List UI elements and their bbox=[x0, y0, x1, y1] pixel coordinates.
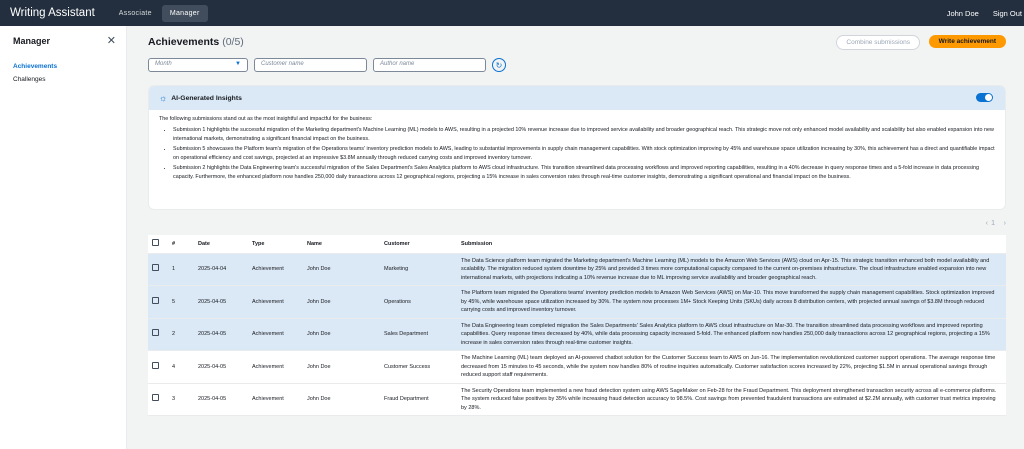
user-name[interactable]: John Doe bbox=[947, 9, 979, 18]
month-placeholder: Month bbox=[155, 61, 172, 67]
insight-bullet: Submission 5 showcases the Platform team… bbox=[173, 145, 995, 163]
insights-intro: The following submissions stand out as t… bbox=[159, 116, 373, 122]
row-name: John Doe bbox=[303, 318, 380, 351]
close-icon[interactable]: ✕ bbox=[107, 34, 116, 47]
column-header: Date bbox=[194, 235, 248, 254]
combine-submissions-button[interactable]: Combine submissions bbox=[836, 35, 920, 50]
row-type: Achievement bbox=[248, 285, 303, 319]
column-header: Name bbox=[303, 235, 380, 254]
caret-down-icon: ▼ bbox=[235, 61, 241, 67]
column-header: Submission bbox=[457, 235, 1006, 254]
sidebar: Manager ✕ Achievements Challenges bbox=[0, 26, 127, 449]
row-submission: The Data Engineering team completed migr… bbox=[457, 318, 1006, 351]
row-submission: The Machine Learning (ML) team deployed … bbox=[457, 350, 1006, 384]
row-submission: The Data Science platform team migrated … bbox=[457, 253, 1006, 286]
insights-title: AI-Generated Insights bbox=[171, 94, 242, 102]
lightbulb-icon: ☼ bbox=[159, 93, 168, 103]
write-achievement-button[interactable]: Write achievement bbox=[928, 35, 1006, 48]
row-checkbox[interactable] bbox=[152, 296, 159, 304]
row-name: John Doe bbox=[303, 285, 380, 319]
insight-bullet: Submission 2 highlights the Data Enginee… bbox=[173, 164, 995, 182]
row-checkbox[interactable] bbox=[152, 394, 159, 401]
app-title[interactable]: Writing Assistant bbox=[10, 7, 95, 19]
ai-insights-panel: ☼ AI-Generated Insights The following su… bbox=[148, 85, 1006, 210]
row-name: John Doe bbox=[303, 383, 380, 416]
row-customer: Operations bbox=[380, 285, 457, 319]
table-row[interactable]: 2 2025-04-05 Achievement John Doe Sales … bbox=[148, 318, 1006, 351]
row-number: 5 bbox=[168, 285, 194, 319]
row-customer: Marketing bbox=[380, 253, 457, 286]
row-type: Achievement bbox=[248, 318, 303, 351]
insight-bullet: Submission 1 highlights the successful m… bbox=[173, 126, 995, 144]
row-customer: Customer Success bbox=[380, 350, 457, 384]
nav-manager[interactable]: Manager bbox=[161, 4, 208, 22]
row-checkbox[interactable] bbox=[152, 361, 159, 369]
row-submission: The Platform team migrated the Operation… bbox=[457, 285, 1006, 319]
table-row[interactable]: 5 2025-04-05 Achievement John Doe Operat… bbox=[148, 285, 1006, 319]
next-page-icon[interactable]: › bbox=[1004, 220, 1006, 227]
refresh-icon[interactable]: ↻ bbox=[492, 58, 506, 72]
row-customer: Sales Department bbox=[380, 318, 457, 351]
pagination: ‹ 1 › bbox=[148, 213, 1006, 235]
column-header: Customer bbox=[380, 235, 457, 254]
row-date: 2025-04-05 bbox=[194, 318, 248, 351]
row-customer: Fraud Department bbox=[380, 383, 457, 416]
row-number: 4 bbox=[168, 350, 194, 384]
row-date: 2025-04-05 bbox=[194, 285, 248, 319]
page-title: Achievements bbox=[148, 36, 220, 48]
row-checkbox[interactable] bbox=[152, 264, 159, 271]
nav-associate[interactable]: Associate bbox=[111, 5, 160, 22]
top-nav: Associate Manager bbox=[111, 4, 208, 22]
row-name: John Doe bbox=[303, 253, 380, 286]
column-header: # bbox=[168, 235, 194, 254]
row-number: 2 bbox=[168, 318, 194, 351]
sign-out-link[interactable]: Sign Out bbox=[993, 9, 1022, 18]
row-number: 3 bbox=[168, 383, 194, 416]
row-type: Achievement bbox=[248, 350, 303, 384]
row-number: 1 bbox=[168, 253, 194, 286]
sidebar-item-challenges[interactable]: Challenges bbox=[13, 76, 126, 83]
row-date: 2025-04-05 bbox=[194, 383, 248, 416]
page-number[interactable]: 1 bbox=[991, 220, 995, 227]
row-checkbox[interactable] bbox=[152, 329, 159, 336]
selection-count: (0/5) bbox=[222, 36, 244, 48]
user-menu: John Doe Sign Out bbox=[947, 0, 1024, 26]
row-type: Achievement bbox=[248, 383, 303, 416]
customer-name-input[interactable]: Customer name bbox=[254, 58, 367, 72]
previous-page-icon[interactable]: ‹ bbox=[986, 220, 988, 227]
row-name: John Doe bbox=[303, 350, 380, 384]
row-submission: The Security Operations team implemented… bbox=[457, 383, 1006, 416]
table-row[interactable]: 3 2025-04-05 Achievement John Doe Fraud … bbox=[148, 383, 1006, 416]
main-content: Achievements (0/5) Combine submissions W… bbox=[127, 26, 1024, 449]
select-all-checkbox[interactable] bbox=[152, 239, 159, 247]
table-row[interactable]: 4 2025-04-05 Achievement John Doe Custom… bbox=[148, 350, 1006, 384]
row-date: 2025-04-04 bbox=[194, 253, 248, 286]
sidebar-item-achievements[interactable]: Achievements bbox=[13, 63, 126, 70]
top-navigation-bar: Writing Assistant Associate Manager John… bbox=[0, 0, 1024, 26]
column-header: Type bbox=[248, 235, 303, 254]
insights-toggle[interactable] bbox=[976, 93, 993, 102]
table-row[interactable]: 1 2025-04-04 Achievement John Doe Market… bbox=[148, 253, 1006, 286]
submissions-table: # Date Type Name Customer Submission 1 2… bbox=[148, 235, 1006, 416]
row-date: 2025-04-05 bbox=[194, 350, 248, 384]
row-type: Achievement bbox=[248, 253, 303, 286]
author-name-input[interactable]: Author name bbox=[373, 58, 486, 72]
month-select[interactable]: Month ▼ bbox=[148, 58, 248, 72]
filter-bar: Month ▼ Customer name Author name ↻ bbox=[148, 56, 1006, 74]
